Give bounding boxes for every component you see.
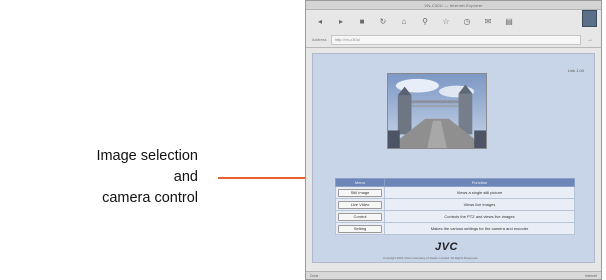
table-header-menu: Menu xyxy=(335,178,385,187)
version-link[interactable]: Link 1.00 xyxy=(568,68,584,73)
mail-icon[interactable]: ✉ xyxy=(480,14,496,28)
jvc-logo: JVC xyxy=(435,241,458,253)
address-label: Address xyxy=(312,37,327,42)
camera-web-page: Link 1.00 Menu Function Still Image View… xyxy=(312,53,595,263)
status-bar: Done Internet xyxy=(306,271,601,279)
browser-window: VN-C30U — Internet Explorer ◂ ▸ ■ ↻ ⌂ ⚲ … xyxy=(305,0,602,280)
favorites-icon[interactable]: ☆ xyxy=(438,14,454,28)
setting-button[interactable]: Setting xyxy=(338,224,382,233)
home-icon[interactable]: ⌂ xyxy=(396,14,412,28)
table-row: Still Image Views a single still picture xyxy=(335,186,575,199)
table-row: Control Controls the PTZ and views live … xyxy=(335,210,575,223)
live-video-button[interactable]: Live Video xyxy=(338,200,382,209)
search-icon[interactable]: ⚲ xyxy=(417,14,433,28)
browser-throbber-icon xyxy=(582,10,597,27)
row-description: Views a single still picture xyxy=(384,186,575,199)
row-description: Makes the various settings for the camer… xyxy=(384,222,575,235)
go-icon[interactable]: → xyxy=(585,36,595,44)
table-header-function: Function xyxy=(384,178,575,187)
back-icon[interactable]: ◂ xyxy=(312,14,328,28)
address-bar: Address http://vn-c30u/ → xyxy=(306,32,601,48)
copyright-footer: Copyright 2001 Victor Company of Japan, … xyxy=(383,256,478,260)
address-input[interactable]: http://vn-c30u/ xyxy=(330,34,581,45)
history-icon[interactable]: ◷ xyxy=(459,14,475,28)
status-right: Internet xyxy=(585,273,597,278)
table-row: Setting Makes the various settings for t… xyxy=(335,222,575,235)
row-description: Views live images xyxy=(384,198,575,211)
refresh-icon[interactable]: ↻ xyxy=(375,14,391,28)
browser-toolbar: ◂ ▸ ■ ↻ ⌂ ⚲ ☆ ◷ ✉ ▤ xyxy=(306,10,601,32)
table-row: Live Video Views live images xyxy=(335,198,575,211)
forward-icon[interactable]: ▸ xyxy=(333,14,349,28)
title-bar: VN-C30U — Internet Explorer xyxy=(306,1,601,10)
stop-icon[interactable]: ■ xyxy=(354,14,370,28)
window-title: VN-C30U — Internet Explorer xyxy=(424,2,483,8)
annotation-leader-line xyxy=(218,177,312,179)
print-icon[interactable]: ▤ xyxy=(501,14,517,28)
status-left: Done xyxy=(310,273,319,278)
row-description: Controls the PTZ and views live images xyxy=(384,210,575,223)
camera-snapshot-image xyxy=(387,73,487,149)
annotation-label: Image selection and camera control xyxy=(70,146,198,209)
control-button[interactable]: Control xyxy=(338,212,382,221)
camera-control-table: Menu Function Still Image Views a single… xyxy=(335,178,575,235)
still-image-button[interactable]: Still Image xyxy=(338,188,382,197)
annotation-line-2: camera control xyxy=(102,190,198,206)
table-header-row: Menu Function xyxy=(335,178,575,187)
annotation-line-1: Image selection and xyxy=(96,148,198,185)
